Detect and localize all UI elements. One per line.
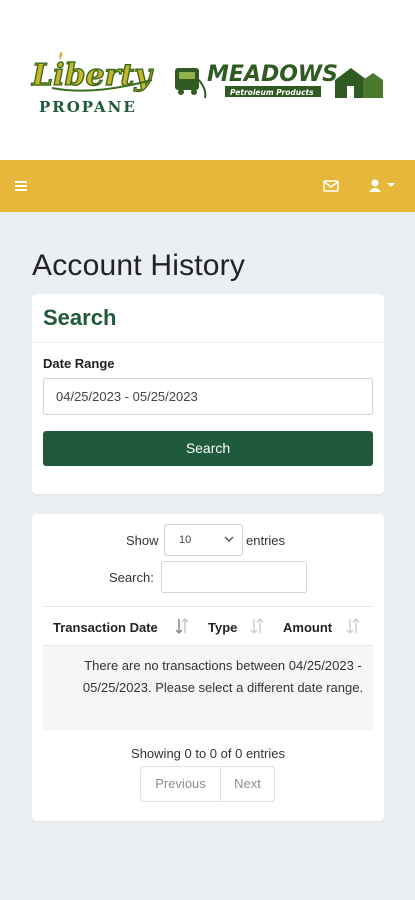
- filter-input[interactable]: [161, 561, 307, 593]
- pagination: Previous Next: [140, 766, 275, 802]
- sort-descending-icon[interactable]: [175, 617, 191, 635]
- transactions-card: Show 10 entries Search: Transaction Date…: [32, 514, 384, 821]
- page-title: Account History: [32, 249, 246, 282]
- envelope-icon[interactable]: [323, 177, 345, 195]
- next-button[interactable]: Next: [221, 767, 274, 801]
- sort-icon[interactable]: [346, 617, 362, 635]
- svg-text:PROPANE: PROPANE: [39, 98, 137, 116]
- hamburger-icon[interactable]: [14, 177, 36, 195]
- page-length-value: 10: [179, 534, 192, 546]
- svg-text:MEADOWS: MEADOWS: [207, 62, 338, 87]
- col-amount[interactable]: Amount: [283, 620, 332, 635]
- user-menu[interactable]: [368, 177, 402, 195]
- empty-message: There are no transactions between 04/25/…: [82, 658, 364, 695]
- previous-button[interactable]: Previous: [141, 767, 221, 801]
- col-type[interactable]: Type: [208, 620, 237, 635]
- empty-table-row: There are no transactions between 04/25/…: [43, 646, 373, 730]
- page-length-control: Show 10 entries: [32, 524, 384, 556]
- page-length-select[interactable]: 10: [164, 524, 243, 556]
- sort-icon[interactable]: [250, 617, 266, 635]
- meadows-logo: MEADOWS Petroleum Products: [175, 62, 383, 99]
- show-label: Show: [126, 533, 159, 548]
- user-icon: [369, 179, 395, 192]
- search-button[interactable]: Search: [43, 431, 373, 466]
- table-header: Transaction Date Type Amount: [43, 606, 373, 646]
- table-info: Showing 0 to 0 of 0 entries: [131, 746, 285, 761]
- caret-down-icon: [387, 183, 395, 187]
- transactions-table: Transaction Date Type Amount There are n…: [43, 606, 373, 730]
- svg-text:Petroleum Products: Petroleum Products: [230, 88, 314, 97]
- navbar: [0, 160, 415, 212]
- search-card-title: Search: [43, 305, 117, 330]
- col-transaction-date[interactable]: Transaction Date: [53, 620, 158, 635]
- svg-text:Liberty: Liberty: [31, 58, 154, 93]
- date-range-label: Date Range: [43, 356, 115, 371]
- entries-label: entries: [246, 533, 286, 548]
- search-card-header: Search: [32, 294, 384, 343]
- filter-label: Search:: [109, 570, 154, 585]
- table-filter: Search:: [32, 561, 384, 593]
- date-range-input[interactable]: 04/25/2023 - 05/25/2023: [43, 378, 373, 415]
- chevron-down-icon: [224, 536, 234, 542]
- search-card: Search Date Range 04/25/2023 - 05/25/202…: [32, 294, 384, 494]
- liberty-propane-logo: Liberty PROPANE: [30, 52, 155, 116]
- logo-bar: Liberty PROPANE MEADOWS Petroleum Produc…: [0, 0, 415, 160]
